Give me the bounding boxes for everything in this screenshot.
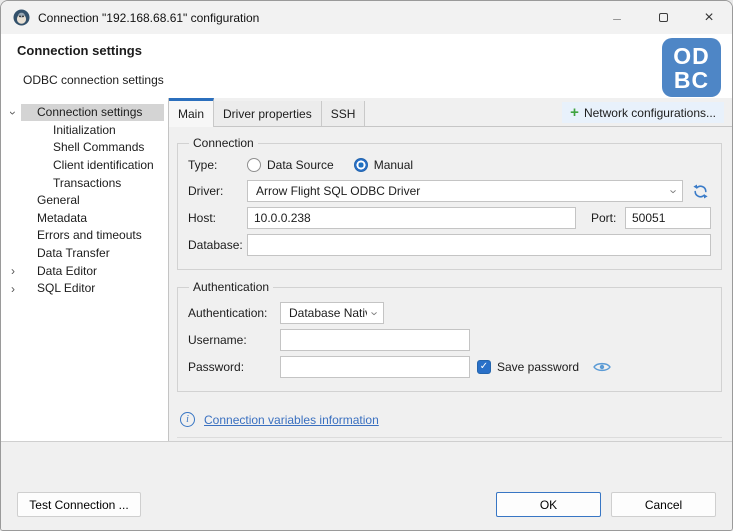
database-label: Database: <box>188 238 247 252</box>
driver-row: Driver: Arrow Flight SQL ODBC Driver › <box>188 180 711 202</box>
driver-label: Driver: <box>188 184 247 198</box>
authentication-select[interactable]: Database Native › <box>280 302 384 324</box>
tree-item-initialization[interactable]: Initialization <box>1 122 168 140</box>
chevron-right-icon[interactable]: › <box>5 262 21 280</box>
authentication-group: Authentication Authentication: Database … <box>177 280 722 392</box>
port-label: Port: <box>591 211 625 225</box>
ok-button[interactable]: OK <box>496 492 601 517</box>
chevron-down-icon: › <box>666 189 681 193</box>
tree-item-sql-editor[interactable]: › SQL Editor <box>1 280 168 298</box>
chevron-right-icon[interactable]: › <box>5 280 21 298</box>
dialog-body: › Connection settings Initialization She… <box>1 98 732 442</box>
cancel-button[interactable]: Cancel <box>611 492 716 517</box>
type-row: Type: Data Source Manual <box>188 156 711 174</box>
connection-variables-row: i Connection variables information <box>180 412 722 427</box>
maximize-icon <box>659 13 668 22</box>
username-row: Username: <box>188 329 711 351</box>
odbc-logo-line2: BC <box>674 68 709 92</box>
odbc-logo: OD BC <box>662 38 721 97</box>
connection-group: Connection Type: Data Source Manual <box>177 136 722 270</box>
authentication-select-value: Database Native <box>289 306 367 320</box>
tab-main[interactable]: Main <box>169 98 214 127</box>
title-bar: Connection "192.168.68.61" configuration… <box>1 1 732 34</box>
close-button[interactable]: × <box>686 1 732 34</box>
tree-item-transactions[interactable]: Transactions <box>1 174 168 192</box>
reload-drivers-button[interactable] <box>689 183 711 200</box>
settings-tree: › Connection settings Initialization She… <box>1 98 169 441</box>
main-tab-content: Connection Type: Data Source Manual <box>169 127 732 441</box>
radio-unselected-icon <box>247 158 261 172</box>
connection-configuration-dialog: Connection "192.168.68.61" configuration… <box>0 0 733 531</box>
connection-group-legend: Connection <box>189 136 258 150</box>
tree-item-general[interactable]: General <box>1 192 168 210</box>
authentication-row: Authentication: Database Native › <box>188 302 711 324</box>
maximize-button[interactable] <box>640 1 686 34</box>
password-input[interactable] <box>280 356 470 378</box>
username-label: Username: <box>188 333 280 347</box>
radio-data-source[interactable]: Data Source <box>247 158 334 172</box>
driver-select-value: Arrow Flight SQL ODBC Driver <box>256 184 666 198</box>
test-connection-button[interactable]: Test Connection ... <box>17 492 141 517</box>
page-title: Connection settings <box>17 43 142 58</box>
tree-item-data-transfer[interactable]: Data Transfer <box>1 245 168 263</box>
settings-panel: Main Driver properties SSH + Network con… <box>169 98 732 441</box>
close-icon: × <box>704 10 713 26</box>
dbeaver-app-icon <box>13 9 30 26</box>
tree-item-client-identification[interactable]: Client identification <box>1 157 168 175</box>
show-password-button[interactable] <box>593 361 611 373</box>
tab-driver-properties[interactable]: Driver properties <box>214 101 322 126</box>
tab-bar: Main Driver properties SSH + Network con… <box>169 98 732 127</box>
radio-selected-icon <box>354 158 368 172</box>
network-configurations-label: Network configurations... <box>584 106 716 120</box>
minimize-button[interactable]: – <box>594 1 640 34</box>
port-input[interactable] <box>625 207 711 229</box>
window-title: Connection "192.168.68.61" configuration <box>38 11 259 25</box>
authentication-group-legend: Authentication <box>189 280 273 294</box>
tree-item-data-editor[interactable]: › Data Editor <box>1 262 168 280</box>
driver-select[interactable]: Arrow Flight SQL ODBC Driver › <box>247 180 683 202</box>
save-password-label: Save password <box>497 360 579 374</box>
eye-icon <box>593 361 611 373</box>
window-controls: – × <box>594 1 732 34</box>
authentication-label: Authentication: <box>188 306 280 320</box>
tree-item-metadata[interactable]: Metadata <box>1 210 168 228</box>
info-icon: i <box>180 412 195 427</box>
database-row: Database: <box>188 234 711 256</box>
host-label: Host: <box>188 211 247 225</box>
tree-item-shell-commands[interactable]: Shell Commands <box>1 139 168 157</box>
minimize-icon: – <box>613 11 621 25</box>
host-row: Host: Port: <box>188 207 711 229</box>
radio-data-source-label: Data Source <box>267 158 334 172</box>
tree-item-errors-and-timeouts[interactable]: Errors and timeouts <box>1 227 168 245</box>
radio-manual-label: Manual <box>374 158 413 172</box>
dialog-footer: Test Connection ... OK Cancel <box>1 442 732 530</box>
host-input[interactable] <box>247 207 576 229</box>
username-input[interactable] <box>280 329 470 351</box>
dialog-header: Connection settings ODBC connection sett… <box>1 34 732 98</box>
sync-icon <box>692 183 709 200</box>
page-subtitle: ODBC connection settings <box>23 73 164 87</box>
chevron-down-icon: › <box>367 311 382 315</box>
network-configurations-button[interactable]: + Network configurations... <box>562 102 724 123</box>
checkbox-checked-icon: ✓ <box>477 360 491 374</box>
type-label: Type: <box>188 158 247 172</box>
tree-item-connection-settings[interactable]: › Connection settings <box>1 104 168 122</box>
password-label: Password: <box>188 360 280 374</box>
tab-ssh[interactable]: SSH <box>322 101 366 126</box>
odbc-logo-line1: OD <box>673 44 710 68</box>
password-row: Password: ✓ Save password <box>188 356 711 378</box>
chevron-down-icon[interactable]: › <box>5 104 21 122</box>
radio-manual[interactable]: Manual <box>354 158 413 172</box>
database-input[interactable] <box>247 234 711 256</box>
plus-icon: + <box>570 105 579 120</box>
connection-variables-link[interactable]: Connection variables information <box>204 413 379 427</box>
save-password-checkbox[interactable]: ✓ Save password <box>477 360 579 374</box>
